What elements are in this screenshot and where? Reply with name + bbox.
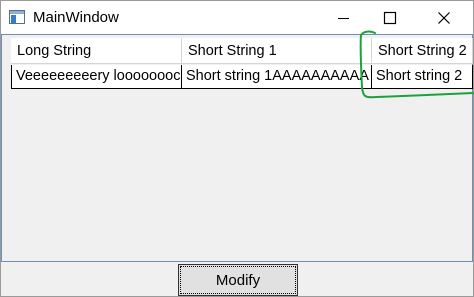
table-row[interactable]: Veeeeeeeeery loooooooc Short string 1AAA… [11, 65, 473, 90]
minimize-icon [338, 17, 349, 19]
app-icon [9, 10, 25, 24]
modify-button[interactable]: Modify [178, 264, 298, 296]
minimize-button[interactable] [321, 1, 367, 34]
window-title: MainWindow [33, 9, 119, 26]
close-button[interactable] [421, 1, 467, 34]
column-header-short-string-2[interactable]: Short String 2 [372, 38, 473, 64]
column-header-short-string-1[interactable]: Short String 1 [182, 38, 372, 64]
data-grid[interactable]: Long String Short String 1 Short String … [11, 38, 473, 90]
grid-cell[interactable]: Veeeeeeeeery loooooooc [11, 65, 182, 89]
maximize-icon [383, 11, 397, 24]
column-header-long-string[interactable]: Long String [11, 38, 182, 64]
maximize-button[interactable] [367, 1, 413, 34]
close-icon [438, 11, 450, 24]
client-area: Long String Short String 1 Short String … [1, 34, 473, 262]
title-bar[interactable]: MainWindow [1, 1, 473, 34]
grid-header-row: Long String Short String 1 Short String … [11, 38, 473, 64]
grid-cell[interactable]: Short string 2 [372, 65, 473, 89]
main-window: MainWindow Long String Short String 1 Sh… [0, 0, 474, 297]
grid-cell[interactable]: Short string 1AAAAAAAAAA [182, 65, 372, 89]
